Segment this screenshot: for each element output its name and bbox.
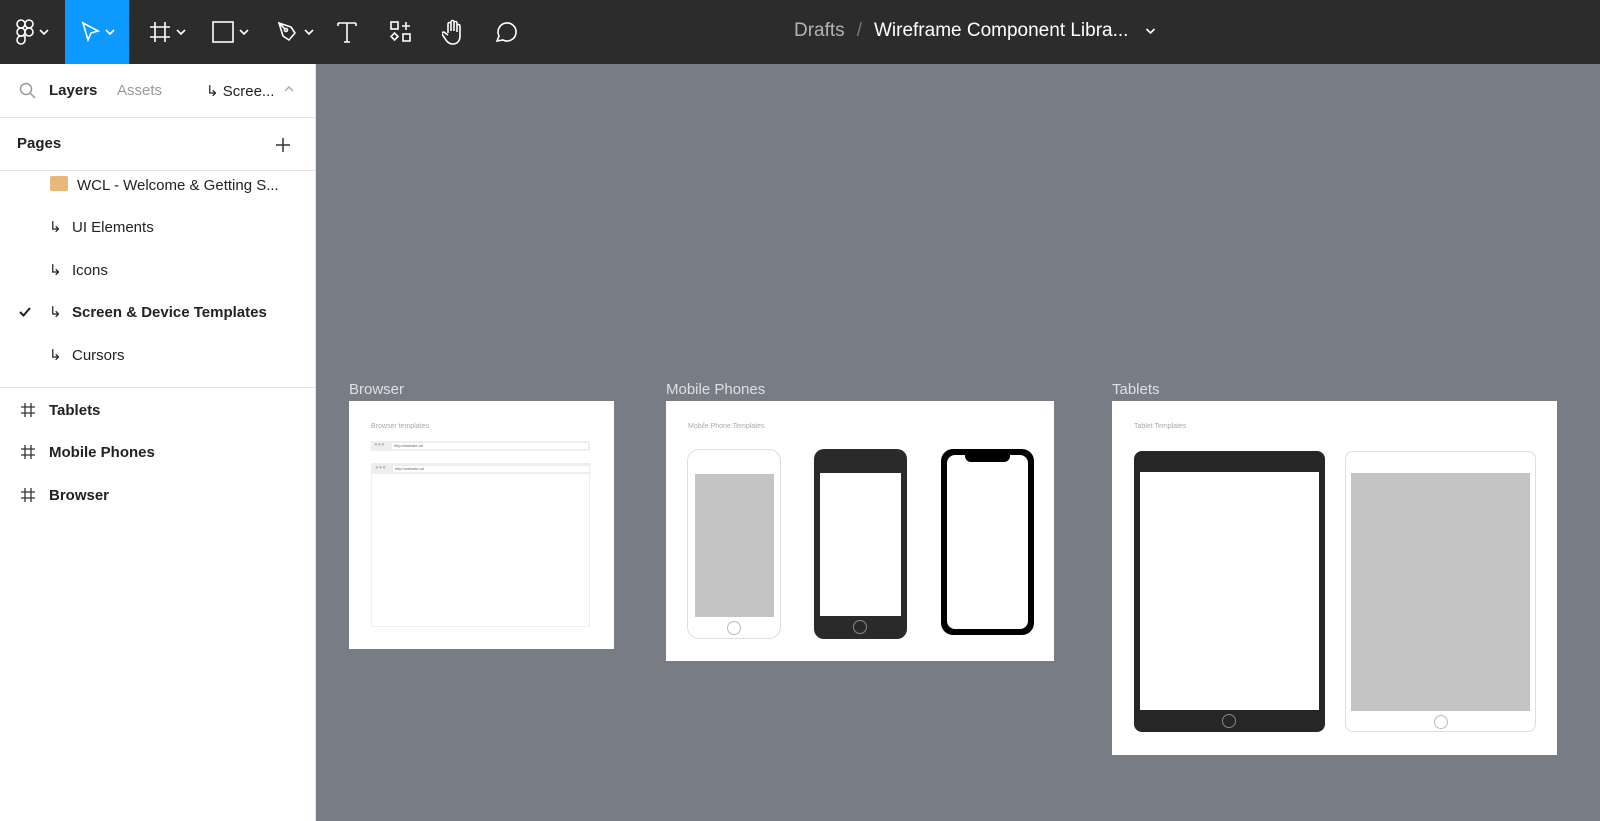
layer-item-browser[interactable]: Browser (0, 474, 316, 516)
white-tablet-template (1345, 451, 1536, 732)
subpage-arrow-icon: ↳ (49, 347, 62, 364)
hand-icon (442, 19, 461, 45)
breadcrumb-separator: / (856, 20, 862, 41)
page-item[interactable]: ↳ UI Elements (0, 206, 316, 248)
frame-label-browser[interactable]: Browser (349, 381, 404, 398)
chevron-down-icon (175, 29, 186, 35)
subpage-arrow-icon: ↳ (49, 262, 62, 279)
layer-item-mobile-phones[interactable]: Mobile Phones (0, 431, 316, 473)
divider (0, 387, 316, 388)
figma-logo-icon (15, 19, 34, 45)
page-item[interactable]: ↳ Icons (0, 249, 316, 291)
current-page-selector[interactable]: ↳ Scree... (206, 82, 274, 100)
chevron-down-icon (104, 29, 115, 35)
frame-icon (149, 22, 170, 42)
browser-template-small: ●●● http://website.url (371, 441, 590, 451)
layer-label: Browser (49, 486, 110, 504)
frame-label-tablets[interactable]: Tablets (1112, 381, 1160, 398)
hand-tool-button[interactable] (436, 0, 470, 64)
layer-label: Tablets (49, 401, 101, 419)
cursor-icon (81, 21, 100, 43)
black-tablet-template (1134, 451, 1325, 732)
text-icon (337, 22, 357, 43)
breadcrumb-drafts[interactable]: Drafts (794, 20, 845, 42)
layer-item-tablets[interactable]: Tablets (0, 389, 316, 431)
shape-tool-button[interactable] (203, 0, 257, 64)
page-label: Screen & Device Templates (72, 303, 267, 321)
pen-tool-button[interactable] (268, 0, 322, 64)
text-tool-button[interactable] (330, 0, 364, 64)
url-bar: http://website.url (392, 443, 588, 449)
move-tool-button[interactable] (65, 0, 129, 64)
resources-button[interactable] (384, 0, 418, 64)
frame-icon (21, 403, 35, 417)
tab-layers[interactable]: Layers (49, 82, 97, 99)
frame-icon (21, 488, 35, 502)
sidebar-tabs: Layers Assets ↳ Scree... (0, 64, 315, 118)
notch-phone-template (941, 449, 1034, 635)
page-item[interactable]: ↳ Cursors (0, 334, 316, 376)
pen-icon (277, 21, 296, 42)
frame-subtitle: Mobile Phone Templates (688, 423, 765, 430)
search-icon[interactable] (19, 82, 36, 99)
mobile-phones-frame[interactable]: Mobile Phone Templates (666, 401, 1054, 661)
page-label: Cursors (72, 346, 125, 364)
browser-template-large: ●●● http://website.url (371, 463, 590, 627)
tab-assets[interactable]: Assets (117, 82, 162, 99)
frame-icon (21, 445, 35, 459)
chevron-down-icon (38, 29, 49, 35)
page-item-selected[interactable]: ↳ Screen & Device Templates (0, 291, 316, 333)
comment-tool-button[interactable] (489, 0, 523, 64)
white-phone-template (687, 449, 781, 639)
file-name[interactable]: Wireframe Component Libra... (874, 20, 1129, 42)
url-bar: http://website.url (393, 466, 589, 472)
tablets-frame[interactable]: Tablet Templates (1112, 401, 1557, 755)
page-item[interactable]: WCL - Welcome & Getting S... (0, 164, 316, 206)
frame-subtitle: Browser templates (371, 423, 429, 430)
chevron-down-icon[interactable] (1145, 28, 1156, 34)
chevron-up-icon[interactable] (284, 86, 294, 92)
chevron-down-icon (238, 29, 249, 35)
layer-label: Mobile Phones (49, 443, 155, 461)
page-label: WCL - Welcome & Getting S... (77, 176, 279, 194)
toolbar: Drafts / Wireframe Component Libra... (0, 0, 1600, 64)
file-title[interactable]: Drafts / Wireframe Component Libra... (794, 20, 1156, 42)
frame-label-mobile-phones[interactable]: Mobile Phones (666, 381, 765, 398)
black-phone-template (814, 449, 907, 639)
subpage-arrow-icon: ↳ (49, 304, 62, 321)
chevron-down-icon (303, 29, 314, 35)
box-emoji-icon (50, 176, 68, 191)
frame-subtitle: Tablet Templates (1134, 423, 1187, 430)
comment-icon (495, 22, 517, 43)
rectangle-icon (211, 21, 234, 43)
figma-menu-button[interactable] (0, 0, 64, 64)
checkmark-icon (19, 307, 31, 317)
page-label: Icons (72, 261, 108, 279)
resources-icon (390, 21, 411, 42)
frame-tool-button[interactable] (140, 0, 194, 64)
pages-heading: Pages (17, 135, 62, 152)
browser-frame[interactable]: Browser templates ●●● http://website.url… (349, 401, 614, 649)
add-page-icon[interactable] (275, 137, 291, 153)
subpage-arrow-icon: ↳ (49, 219, 62, 236)
page-label: UI Elements (72, 218, 154, 236)
left-sidebar: Layers Assets ↳ Scree... Pages WCL - Wel… (0, 64, 316, 821)
